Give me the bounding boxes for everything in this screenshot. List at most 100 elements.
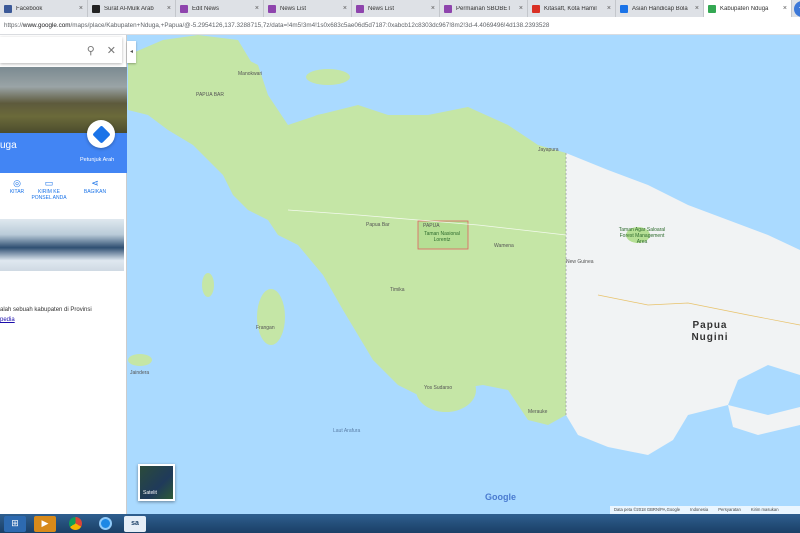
facebook-icon (4, 4, 12, 13)
map-data-credit: Data peta ©2018 GBRN/PA,Google (614, 507, 681, 512)
tab-kabupaten-nduga[interactable]: Kabupaten Nduga × (704, 0, 792, 17)
page-icon (620, 4, 628, 13)
close-icon[interactable]: ✕ (107, 44, 116, 57)
map-label[interactable]: Merauke (528, 409, 547, 415)
tab-label: News List (368, 5, 395, 12)
tab-bar: Facebook × Surat Al-Mulk Arab × Edit News ×… (0, 0, 800, 17)
tab-asian-handicap[interactable]: Asian Handicap Bola × (616, 0, 704, 17)
send-to-phone-icon: ▭ (44, 178, 54, 188)
close-icon[interactable]: × (519, 5, 523, 12)
terms-link[interactable]: Persyaratan (718, 507, 741, 513)
share-label: BAGIKAN (83, 189, 107, 195)
wikipedia-link[interactable]: pedia (0, 317, 15, 323)
google-logo-text: Google (485, 492, 516, 502)
tab-kitasaft[interactable]: Kitasaft, Kota Hamil × (528, 0, 616, 17)
url-host: www.google.com (22, 22, 71, 29)
directions-button[interactable] (87, 120, 115, 148)
close-icon[interactable]: × (343, 5, 347, 12)
tab-edit-news[interactable]: Edit News × (176, 0, 264, 17)
nearby-button[interactable]: ◎ KITAR (0, 177, 34, 195)
close-icon[interactable]: × (255, 5, 259, 12)
map-label[interactable]: Timika (390, 287, 405, 293)
map-label[interactable]: PAPUA BAR (196, 92, 224, 98)
tab-label: Surat Al-Mulk Arab (104, 5, 154, 12)
page-icon (92, 4, 100, 13)
page-icon (356, 4, 364, 13)
frangan-island (257, 289, 285, 345)
tab-permainan[interactable]: Permainan SBOBET × (440, 0, 528, 17)
tab-facebook[interactable]: Facebook × (0, 0, 88, 17)
windows-start-icon[interactable]: ⊞ (4, 515, 26, 532)
map-label[interactable]: Yos Sudarso (424, 385, 452, 391)
tab-label: Facebook (16, 5, 43, 12)
page-icon (532, 4, 540, 13)
tab-label: Edit News (192, 5, 220, 12)
send-to-phone-label: KIRIM KE PONSEL ANDA (31, 189, 67, 201)
tab-surat[interactable]: Surat Al-Mulk Arab × (88, 0, 176, 17)
map-footer: Data peta ©2018 GBRN/PA,Google Indonesia… (610, 506, 800, 514)
map-canvas[interactable]: Manokwari PAPUA BAR Jayapura Papua Bar T… (128, 35, 800, 514)
new-tab-button[interactable]: + (794, 1, 800, 17)
map-label[interactable]: Jaindera (130, 370, 149, 376)
close-icon[interactable]: × (431, 5, 435, 12)
yapen-island (314, 113, 362, 121)
address-bar[interactable]: https://www.google.com/maps/place/Kabupa… (0, 17, 800, 35)
tab-news-list-2[interactable]: News List × (352, 0, 440, 17)
close-icon[interactable]: × (783, 5, 787, 12)
map-label[interactable]: Jayapura (538, 147, 559, 153)
share-button[interactable]: ⋖ BAGIKAN (78, 177, 112, 195)
place-description: alah sebuah kabupaten di Provinsi (0, 307, 92, 313)
tab-label: Permainan SBOBET (456, 5, 512, 12)
chrome-icon[interactable] (64, 516, 86, 532)
media-player-icon[interactable]: ▶ (34, 515, 56, 532)
satellite-label: Satelit (143, 490, 157, 496)
browser-icon[interactable] (94, 516, 116, 532)
app-sa-icon[interactable]: sa (124, 515, 146, 532)
tab-label: Asian Handicap Bola (632, 5, 688, 12)
park-label[interactable]: Taman Nasional Lorentz (416, 231, 468, 243)
tab-label: Kitasaft, Kota Hamil (544, 5, 597, 12)
directions-label: Petunjuk Arah (80, 157, 115, 163)
place-photo-2[interactable] (0, 219, 124, 271)
place-panel: ⚲ ✕ uga Petunjuk Arah ◎ KITAR ▭ KIRIM KE P… (0, 35, 127, 514)
satellite-toggle[interactable]: Satelit (138, 464, 175, 501)
park-label-png[interactable]: Taman Agar Saloaral Forest Management Ar… (614, 227, 670, 245)
app-sa-label: sa (131, 520, 139, 527)
map-label[interactable]: Wamena (494, 243, 514, 249)
map-graphic (128, 35, 800, 514)
feedback-link[interactable]: Kirim masukan (751, 507, 779, 513)
tab-news-list[interactable]: News List × (264, 0, 352, 17)
small-island (128, 354, 152, 366)
send-to-phone-button[interactable]: ▭ KIRIM KE PONSEL ANDA (30, 177, 68, 201)
page-icon (444, 4, 452, 13)
nearby-icon: ◎ (13, 178, 21, 188)
footer-country[interactable]: Indonesia (690, 507, 708, 513)
share-icon: ⋖ (91, 178, 99, 188)
collapse-panel-button[interactable]: ◂ (127, 41, 136, 63)
taskbar: ⊞ ▶ sa (0, 514, 800, 533)
country-label: Papua Nugini (691, 320, 729, 343)
url-rest: /maps/place/Kabupaten+Nduga,+Papua/@-5.2… (70, 22, 550, 29)
place-name: uga (0, 140, 17, 151)
search-icon[interactable]: ⚲ (87, 44, 95, 57)
tab-label: Kabupaten Nduga (720, 5, 769, 12)
map-label[interactable]: Manokwari (238, 71, 262, 77)
page-icon (180, 4, 188, 13)
action-row: ◎ KITAR ▭ KIRIM KE PONSEL ANDA ⋖ BAGIKAN (0, 177, 127, 213)
sea-label: Laut Arafura (333, 428, 361, 434)
directions-icon (91, 124, 111, 144)
close-icon[interactable]: × (695, 5, 699, 12)
map-label[interactable]: Frangan (256, 325, 275, 331)
map-label[interactable]: New Guinea (566, 259, 594, 265)
map-label[interactable]: Papua Bar (366, 222, 390, 228)
url-prefix: https:// (4, 22, 23, 29)
google-logo: Google (485, 492, 516, 502)
map-label[interactable]: PAPUA (423, 223, 440, 229)
close-icon[interactable]: × (79, 5, 83, 12)
nearby-label: KITAR (9, 189, 25, 195)
search-box[interactable]: ⚲ ✕ (0, 37, 122, 63)
small-island-2 (202, 273, 214, 297)
close-icon[interactable]: × (167, 5, 171, 12)
maps-icon (708, 4, 716, 13)
close-icon[interactable]: × (607, 5, 611, 12)
